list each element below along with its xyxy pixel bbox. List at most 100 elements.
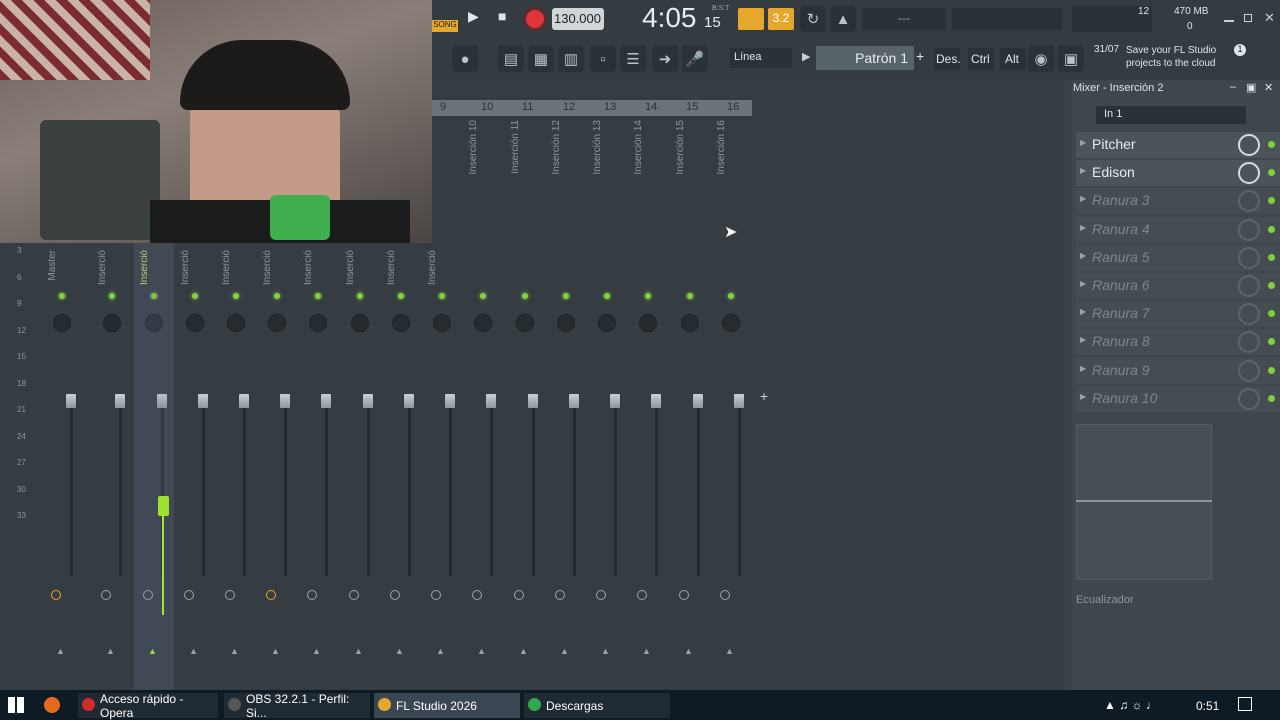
metronome-icon[interactable]: ▲ — [830, 6, 856, 32]
online-icon[interactable]: ◉ — [1028, 46, 1054, 72]
pattern-prev-arrow[interactable]: ▶ — [802, 50, 810, 63]
strip-label[interactable]: Inserción 13 — [592, 120, 603, 174]
strip-label[interactable]: Master — [47, 250, 58, 281]
send-arrow-icon[interactable]: ▲ — [560, 646, 569, 656]
volume-fader[interactable] — [528, 394, 538, 408]
strip-label[interactable]: Inserció — [97, 250, 108, 285]
strip-label[interactable]: Inserció — [262, 250, 273, 285]
start-button[interactable] — [8, 697, 24, 713]
slot-mix-knob[interactable] — [1238, 275, 1260, 297]
send-arrow-icon[interactable]: ▲ — [56, 646, 65, 656]
input-select[interactable]: In 1 — [1096, 106, 1246, 124]
strip-label[interactable]: Inserción 10 — [468, 120, 479, 174]
route-icon[interactable] — [472, 590, 482, 600]
strip-led[interactable] — [522, 293, 528, 299]
close-button[interactable]: ✕ — [1264, 10, 1275, 26]
send-arrow-icon[interactable]: ▲ — [725, 646, 734, 656]
slot-mix-knob[interactable] — [1238, 303, 1260, 326]
send-arrow-icon[interactable]: ▲ — [642, 646, 651, 656]
send-arrow-icon[interactable]: ▲ — [189, 646, 198, 656]
news-text[interactable]: Save your FL Studio projects to the clou… — [1126, 44, 1238, 70]
pan-knob[interactable] — [268, 314, 286, 332]
fx-slot[interactable]: ▶ Ranura 9 — [1076, 357, 1280, 384]
strip-label[interactable]: Inserció — [345, 250, 356, 285]
slot-enable-led[interactable] — [1268, 253, 1275, 261]
pan-knob[interactable] — [103, 314, 121, 332]
strip-label[interactable]: Inserción 12 — [551, 120, 562, 174]
strip-label[interactable]: Inserció — [386, 250, 397, 285]
route-icon[interactable] — [184, 590, 194, 600]
route-icon[interactable] — [390, 590, 400, 600]
restore-button[interactable] — [1244, 14, 1252, 22]
route-icon[interactable] — [514, 590, 524, 600]
volume-fader[interactable] — [321, 394, 331, 408]
volume-fader[interactable] — [363, 394, 373, 408]
pan-knob[interactable] — [351, 314, 369, 332]
strip-label[interactable]: Inserció — [180, 250, 191, 285]
add-track-icon[interactable]: + — [760, 388, 768, 404]
strip-label[interactable]: Inserción 14 — [633, 120, 644, 174]
mixer-icon[interactable]: ☰ — [620, 46, 646, 72]
slot-enable-led[interactable] — [1268, 338, 1275, 346]
alt-button[interactable]: Alt — [1000, 48, 1026, 70]
slot-expand-icon[interactable]: ▶ — [1080, 138, 1086, 147]
strip-led[interactable] — [687, 293, 693, 299]
strip-led[interactable] — [59, 293, 65, 299]
route-icon[interactable] — [51, 590, 61, 600]
strip-led[interactable] — [398, 293, 404, 299]
panel-restore[interactable]: ▣ — [1246, 81, 1256, 94]
route-icon[interactable] — [431, 590, 441, 600]
volume-fader[interactable] — [198, 394, 208, 408]
strip-label[interactable]: Inserción 11 — [510, 120, 521, 174]
route-icon[interactable] — [637, 590, 647, 600]
route-icon[interactable] — [307, 590, 317, 600]
stop-button[interactable]: ■ — [498, 8, 520, 30]
pan-knob[interactable] — [392, 314, 410, 332]
taskbar-app[interactable]: Acceso rápido - Opera — [78, 692, 218, 720]
taskbar-app[interactable]: FL Studio 2026 — [374, 693, 520, 718]
strip-label[interactable]: Inserció — [221, 250, 232, 285]
shop-icon[interactable]: ▣ — [1058, 46, 1084, 72]
pan-knob[interactable] — [474, 314, 492, 332]
browser-icon[interactable]: ▫ — [590, 46, 616, 72]
fx-slot[interactable]: ▶ Ranura 4 — [1076, 216, 1280, 243]
volume-fader[interactable] — [239, 394, 249, 408]
tempo-display[interactable]: 130.000 — [552, 8, 604, 30]
fx-slot[interactable]: ▶ Ranura 5 — [1076, 244, 1280, 271]
pan-knob[interactable] — [722, 314, 740, 332]
pan-knob[interactable] — [227, 314, 245, 332]
slot-mix-knob[interactable] — [1238, 190, 1260, 213]
typing-keyboard-button[interactable] — [738, 8, 764, 30]
send-arrow-icon[interactable]: ▲ — [395, 646, 404, 656]
strip-led[interactable] — [439, 293, 445, 299]
firefox-icon[interactable] — [44, 697, 60, 713]
route-icon[interactable] — [555, 590, 565, 600]
slot-mix-knob[interactable] — [1238, 162, 1260, 185]
volume-fader[interactable] — [651, 394, 661, 408]
slot-enable-led[interactable] — [1268, 225, 1275, 233]
pattern-select[interactable]: Patrón 1 — [816, 46, 914, 70]
send-arrow-icon[interactable]: ▲ — [354, 646, 363, 656]
strip-label[interactable]: Inserció — [303, 250, 314, 285]
slot-expand-icon[interactable]: ▶ — [1080, 279, 1086, 288]
slot-mix-knob[interactable] — [1238, 359, 1260, 382]
slot-expand-icon[interactable]: ▶ — [1080, 307, 1086, 316]
fx-slot[interactable]: ▶ Ranura 10 — [1076, 385, 1280, 412]
slot-expand-icon[interactable]: ▶ — [1080, 194, 1086, 203]
strip-label[interactable]: Inserció — [427, 250, 438, 285]
strip-label[interactable]: Inserción 16 — [716, 120, 727, 174]
pan-knob[interactable] — [557, 314, 575, 332]
pan-knob[interactable] — [433, 314, 451, 332]
route-icon[interactable] — [349, 590, 359, 600]
slot-expand-icon[interactable]: ▶ — [1080, 223, 1086, 232]
strip-label[interactable]: Inserción 15 — [675, 120, 686, 174]
slot-mix-knob[interactable] — [1238, 246, 1260, 269]
slot-enable-led[interactable] — [1268, 197, 1275, 205]
slot-enable-led[interactable] — [1268, 282, 1275, 289]
notification-icon[interactable] — [1238, 697, 1252, 711]
volume-fader[interactable] — [445, 394, 455, 408]
send-arrow-icon[interactable]: ▲ — [312, 646, 321, 656]
volume-fader[interactable] — [280, 394, 290, 408]
send-arrow-icon[interactable]: ▲ — [230, 646, 239, 656]
slot-enable-led[interactable] — [1268, 366, 1275, 374]
